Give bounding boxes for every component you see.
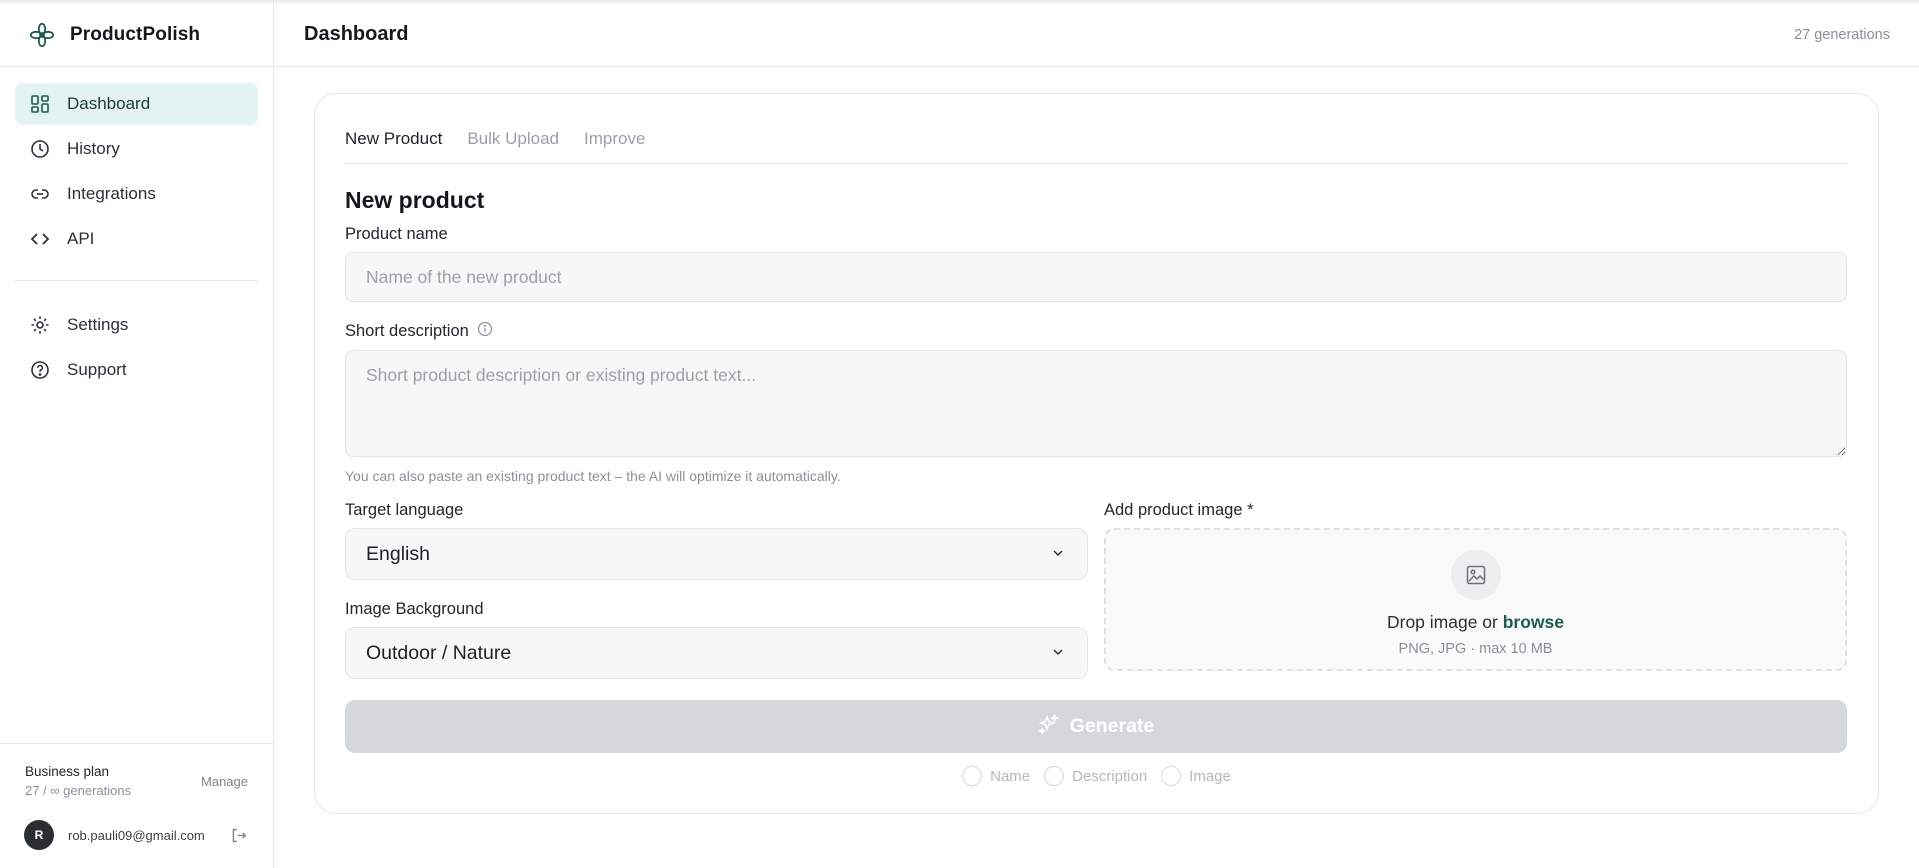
top-bar: Dashboard 27 generations bbox=[274, 3, 1919, 67]
main-area: Dashboard 27 generations New Product Bul… bbox=[274, 3, 1919, 868]
user-email: rob.pauli09@gmail.com bbox=[68, 827, 205, 843]
sidebar-item-label: API bbox=[67, 229, 95, 248]
left-column: Target language English Image Background… bbox=[345, 501, 1088, 679]
option-name[interactable]: Name bbox=[962, 766, 1030, 786]
sidebar-item-label: Support bbox=[67, 360, 127, 379]
dropzone-text: Drop image or browse bbox=[1387, 612, 1564, 633]
product-image-label: Add product image * bbox=[1104, 501, 1254, 519]
sidebar: ProductPolish Dashboard History Integrat… bbox=[0, 3, 274, 868]
gear-icon bbox=[29, 314, 51, 336]
option-description[interactable]: Description bbox=[1044, 766, 1147, 786]
sidebar-item-label: Settings bbox=[67, 315, 129, 334]
short-description-textarea[interactable] bbox=[345, 350, 1847, 457]
sparkle-icon bbox=[1037, 712, 1060, 741]
flower-logo-icon bbox=[28, 21, 56, 49]
manage-plan-link[interactable]: Manage bbox=[201, 774, 248, 789]
accepted-formats: PNG, JPG · max 10 MB bbox=[1398, 641, 1553, 657]
radio-image[interactable] bbox=[1161, 766, 1182, 786]
dashboard-icon bbox=[29, 93, 51, 115]
generate-button[interactable]: Generate bbox=[345, 700, 1847, 753]
plan-name: Business plan bbox=[25, 764, 110, 779]
short-description-label: Short description bbox=[345, 321, 1848, 342]
product-name-input[interactable] bbox=[345, 252, 1847, 302]
tab-bulk-upload[interactable]: Bulk Upload bbox=[467, 129, 559, 149]
sidebar-item-settings[interactable]: Settings bbox=[15, 304, 258, 346]
brand[interactable]: ProductPolish bbox=[0, 3, 273, 67]
option-image[interactable]: Image bbox=[1161, 766, 1231, 786]
short-description-label-text: Short description bbox=[345, 322, 469, 340]
brand-name: ProductPolish bbox=[70, 23, 201, 45]
drop-prompt: Drop image or bbox=[1386, 612, 1503, 632]
nav-divider bbox=[15, 280, 258, 281]
generate-label: Generate bbox=[1069, 715, 1155, 737]
right-column: Add product image * Drop image or browse… bbox=[1104, 501, 1847, 679]
generation-count: 27 generations bbox=[1794, 26, 1890, 43]
radio-name[interactable] bbox=[962, 766, 983, 786]
options-row: Target language English Image Background… bbox=[345, 501, 1848, 679]
help-icon bbox=[29, 359, 51, 381]
target-language-select[interactable]: English bbox=[345, 528, 1088, 580]
logout-icon[interactable] bbox=[228, 825, 248, 845]
link-icon bbox=[29, 183, 51, 205]
radio-description[interactable] bbox=[1044, 766, 1065, 786]
plan-info: Business plan 27 / ∞ generations Manage bbox=[0, 744, 273, 808]
clock-icon bbox=[29, 138, 51, 160]
sidebar-item-api[interactable]: API bbox=[15, 218, 258, 260]
code-icon bbox=[29, 228, 51, 250]
product-name-label: Product name bbox=[345, 225, 1848, 244]
image-icon bbox=[1450, 550, 1501, 600]
option-name-label: Name bbox=[990, 767, 1031, 785]
image-dropzone[interactable]: Drop image or browse PNG, JPG · max 10 M… bbox=[1104, 528, 1847, 671]
tab-new-product[interactable]: New Product bbox=[345, 129, 442, 149]
description-hint: You can also paste an existing product t… bbox=[345, 468, 841, 484]
target-language-label: Target language bbox=[345, 501, 464, 519]
chevron-down-icon bbox=[1051, 543, 1065, 566]
plan-usage: 27 / ∞ generations bbox=[25, 783, 132, 798]
sidebar-item-support[interactable]: Support bbox=[15, 349, 258, 391]
info-icon[interactable] bbox=[477, 321, 493, 342]
target-language-value: English bbox=[366, 542, 430, 565]
content: New Product Bulk Upload Improve New prod… bbox=[274, 67, 1919, 814]
sidebar-item-history[interactable]: History bbox=[15, 128, 258, 170]
sidebar-item-label: Integrations bbox=[67, 184, 156, 203]
image-background-label: Image Background bbox=[345, 600, 484, 618]
sidebar-item-dashboard[interactable]: Dashboard bbox=[15, 83, 258, 125]
image-background-select[interactable]: Outdoor / Nature bbox=[345, 627, 1088, 679]
image-background-value: Outdoor / Nature bbox=[366, 641, 512, 664]
option-image-label: Image bbox=[1189, 767, 1231, 785]
sidebar-item-label: History bbox=[67, 139, 120, 158]
option-description-label: Description bbox=[1072, 767, 1148, 785]
avatar[interactable]: R bbox=[24, 820, 54, 850]
sidebar-nav: Dashboard History Integrations API Setti… bbox=[0, 67, 273, 394]
user-account: R rob.pauli09@gmail.com bbox=[0, 808, 273, 868]
new-product-card: New Product Bulk Upload Improve New prod… bbox=[314, 93, 1879, 814]
chevron-down-icon bbox=[1051, 642, 1065, 665]
tab-improve[interactable]: Improve bbox=[584, 129, 645, 149]
sidebar-item-integrations[interactable]: Integrations bbox=[15, 173, 258, 215]
form-title: New product bbox=[345, 187, 485, 213]
sidebar-item-label: Dashboard bbox=[67, 94, 151, 113]
sidebar-footer: Business plan 27 / ∞ generations Manage … bbox=[0, 743, 273, 868]
tab-bar: New Product Bulk Upload Improve bbox=[345, 114, 1848, 164]
generation-options: Name Description Image bbox=[345, 766, 1848, 786]
app-window: ProductPolish Dashboard History Integrat… bbox=[0, 0, 1919, 868]
page-title: Dashboard bbox=[304, 23, 409, 45]
browse-link[interactable]: browse bbox=[1503, 612, 1564, 632]
product-name-label-text: Product name bbox=[345, 225, 448, 243]
